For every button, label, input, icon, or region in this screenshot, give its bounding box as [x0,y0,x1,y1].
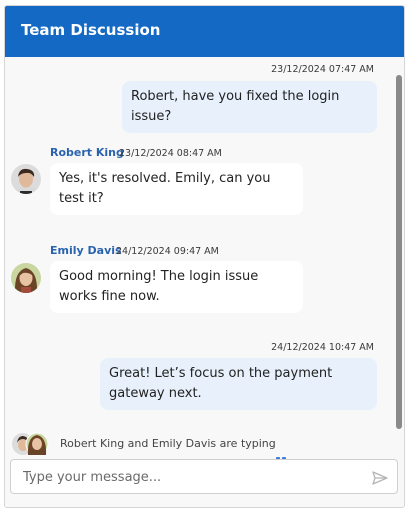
typing-indicator: Robert King and Emily Davis are typing [11,431,404,461]
message-composer [10,459,398,494]
chat-title: Team Discussion [21,21,161,39]
message-scrollbar[interactable] [396,75,402,429]
typing-avatars [11,431,51,457]
avatar-emily-icon [11,263,41,293]
message-author: Robert King [50,146,124,159]
typing-avatars-icon [12,432,49,456]
avatar-robert-icon [11,164,41,194]
outgoing-message-bubble: Great! Let’s focus on the payment gatewa… [100,358,377,410]
send-icon[interactable] [371,469,389,487]
message-author: Emily Davis [50,244,122,257]
message-input[interactable] [23,467,353,487]
chat-window: Team Discussion 23/12/2024 07:47 AM Robe… [4,5,405,508]
outgoing-message-bubble: Robert, have you fixed the login issue? [122,81,377,133]
chat-header: Team Discussion [5,6,404,57]
typing-text: Robert King and Emily Davis are typing [60,437,276,450]
message-timestamp: 23/12/2024 08:47 AM [119,148,222,159]
incoming-message-bubble: Yes, it's resolved. Emily, can you test … [50,163,303,215]
message-list[interactable]: 23/12/2024 07:47 AM Robert, have you fix… [5,57,404,432]
message-timestamp: 24/12/2024 09:47 AM [116,246,219,257]
avatar-robert-king [11,164,41,194]
incoming-message-bubble: Good morning! The login issue works fine… [50,261,303,313]
message-timestamp: 24/12/2024 10:47 AM [271,342,374,353]
avatar-emily-davis [11,263,41,293]
message-timestamp: 23/12/2024 07:47 AM [271,64,374,75]
